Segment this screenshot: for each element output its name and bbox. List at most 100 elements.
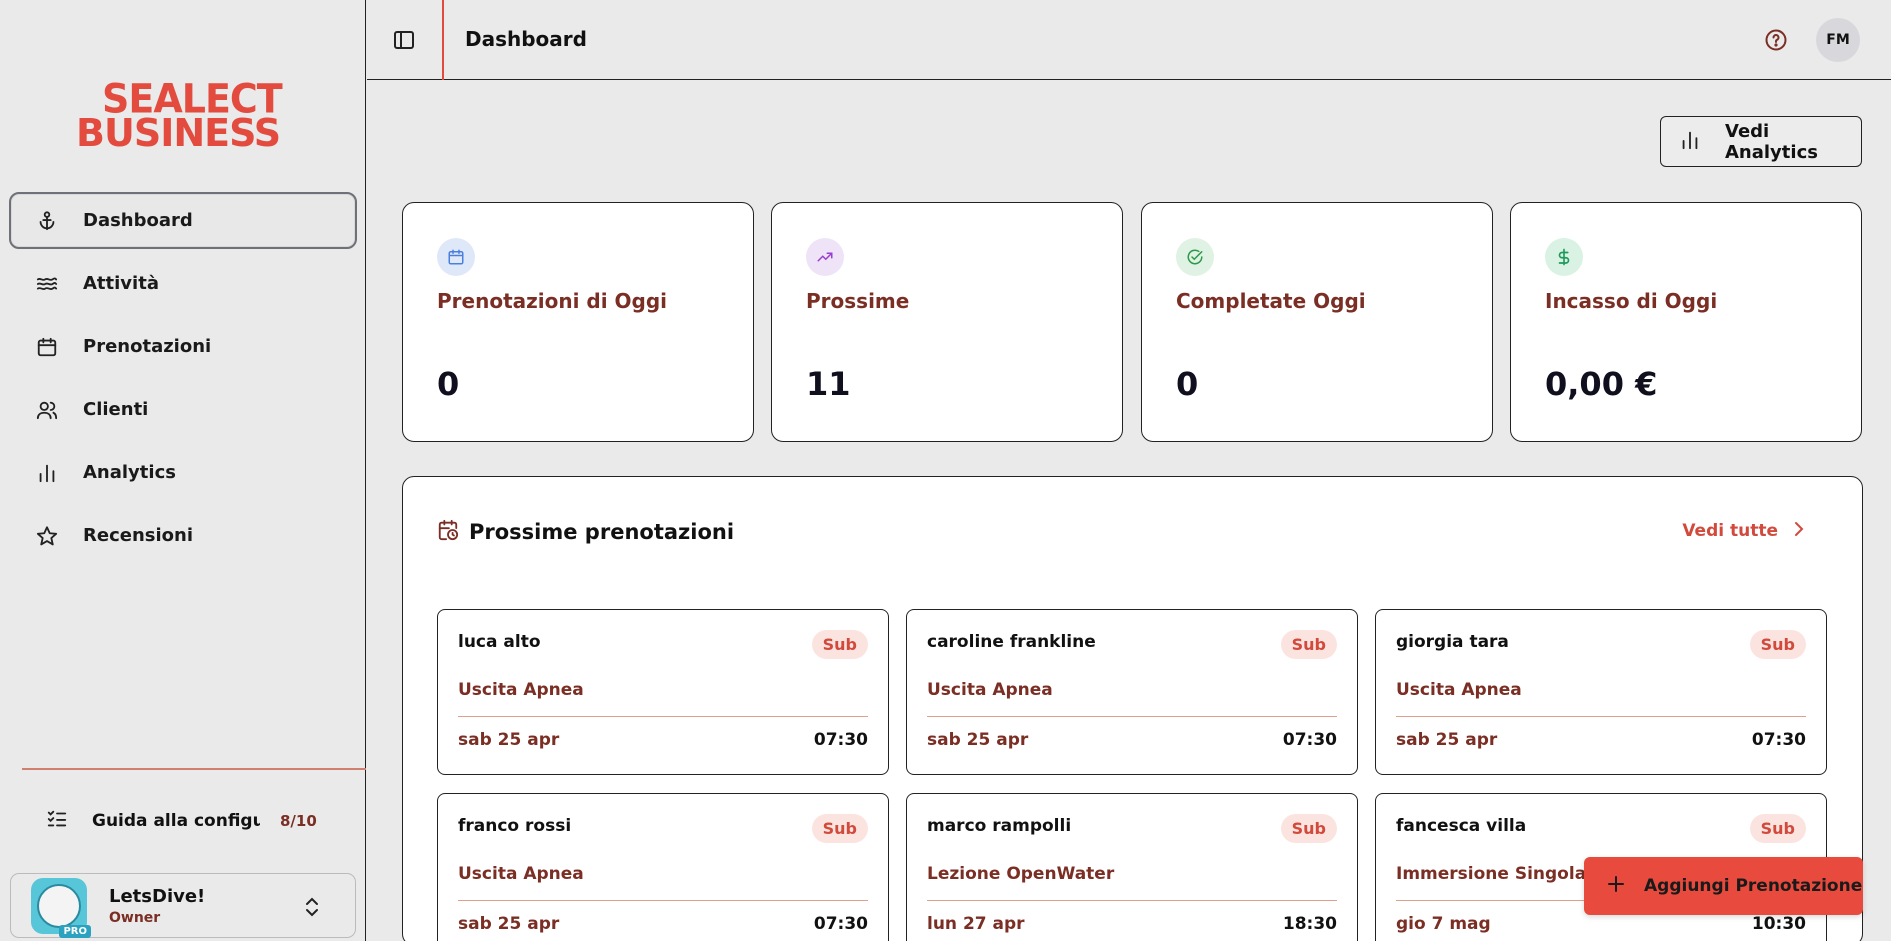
anchor-icon [35,209,59,233]
stat-card-upcoming: Prossime 11 [771,202,1123,442]
waves-icon [35,272,59,296]
list-checks-icon [46,808,68,834]
card-divider [927,716,1337,717]
organization-avatar: PRO [31,877,91,938]
view-analytics-button[interactable]: Vedi Analytics [1660,116,1862,167]
stat-value: 0,00 € [1545,365,1658,403]
brand-logo-line2: BUSINESS [76,111,281,155]
page-title: Dashboard [465,27,587,51]
booking-card[interactable]: giorgia tara Sub Uscita Apnea sab 25 apr… [1375,609,1827,775]
organization-name: LetsDive! [109,885,206,907]
card-divider [1396,716,1806,717]
booking-client-name: fancesca villa [1396,816,1527,836]
see-all-label: Vedi tutte [1682,521,1778,541]
stat-title: Prossime [806,289,910,313]
sidebar-item-prenotazioni[interactable]: Prenotazioni [9,318,357,375]
card-divider [458,900,868,901]
sidebar-item-clienti[interactable]: Clienti [9,381,357,438]
booking-card[interactable]: caroline frankline Sub Uscita Apnea sab … [906,609,1358,775]
booking-time: 18:30 [1282,914,1337,934]
stat-title: Completate Oggi [1176,289,1366,313]
plus-icon [1606,874,1626,898]
see-all-link[interactable]: Vedi tutte [1682,521,1806,541]
booking-card[interactable]: marco rampolli Sub Lezione OpenWater lun… [906,793,1358,941]
card-divider [927,900,1337,901]
booking-card[interactable]: franco rossi Sub Uscita Apnea sab 25 apr… [437,793,889,941]
star-icon [35,524,59,548]
booking-activity: Uscita Apnea [927,680,1053,700]
booking-date: sab 25 apr [927,730,1029,750]
booking-time: 07:30 [813,730,868,750]
organization-switcher[interactable]: PRO LetsDive! Owner [10,873,356,938]
top-bar-divider [442,0,444,80]
sidebar-divider [22,768,366,770]
stat-card-today-bookings: Prenotazioni di Oggi 0 [402,202,754,442]
sidebar-item-recensioni[interactable]: Recensioni [9,507,357,564]
stat-title: Incasso di Oggi [1545,289,1718,313]
card-divider [458,716,868,717]
sidebar-toggle-icon[interactable] [392,28,416,56]
booking-tag: Sub [1280,814,1337,843]
booking-client-name: luca alto [458,632,541,652]
chevron-right-icon [1792,521,1806,541]
booking-date: gio 7 mag [1396,914,1491,934]
booking-time: 07:30 [1282,730,1337,750]
stat-title: Prenotazioni di Oggi [437,289,668,313]
calendar-icon [35,335,59,359]
calendar-clock-icon [437,519,459,545]
booking-time: 10:30 [1751,914,1806,934]
bar-chart-icon [1679,129,1701,155]
sidebar-item-label: Attività [83,273,159,294]
booking-activity: Uscita Apnea [458,680,584,700]
booking-client-name: caroline frankline [927,632,1096,652]
booking-activity: Uscita Apnea [458,864,584,884]
booking-date: sab 25 apr [1396,730,1498,750]
booking-date: lun 27 apr [927,914,1025,934]
booking-card[interactable]: luca alto Sub Uscita Apnea sab 25 apr 07… [437,609,889,775]
booking-tag: Sub [1280,630,1337,659]
booking-date: sab 25 apr [458,914,560,934]
add-booking-button[interactable]: Aggiungi Prenotazione [1584,857,1863,915]
add-booking-label: Aggiungi Prenotazione [1644,876,1863,896]
sidebar-nav: Dashboard Attività Prenotazioni Clienti … [9,192,357,570]
stat-card-completed-today: Completate Oggi 0 [1141,202,1493,442]
chevrons-up-down-icon [303,896,321,922]
stat-value: 0 [1176,365,1199,403]
setup-guide-link[interactable]: Guida alla configu… 8/10 [46,808,346,834]
setup-guide-progress: 8/10 [280,812,317,830]
booking-client-name: giorgia tara [1396,632,1509,652]
setup-guide-label: Guida alla configu… [92,811,260,831]
stat-value: 11 [806,365,851,403]
sidebar-item-label: Clienti [83,399,149,420]
booking-date: sab 25 apr [458,730,560,750]
trending-up-icon [806,238,844,276]
booking-client-name: marco rampolli [927,816,1072,836]
booking-client-name: franco rossi [458,816,572,836]
brand-logo[interactable]: SEALECT BUSINESS [76,79,291,155]
booking-activity: Immersione Singola [1396,864,1587,884]
help-icon[interactable] [1764,28,1788,56]
booking-tag: Sub [1749,814,1806,843]
sidebar: SEALECT BUSINESS Dashboard Attività Pren… [0,0,366,941]
calendar-icon [437,238,475,276]
booking-activity: Uscita Apnea [1396,680,1522,700]
organization-role: Owner [109,909,161,926]
booking-tag: Sub [811,630,868,659]
booking-activity: Lezione OpenWater [927,864,1115,884]
check-circle-icon [1176,238,1214,276]
booking-tag: Sub [1749,630,1806,659]
sidebar-item-analytics[interactable]: Analytics [9,444,357,501]
sidebar-item-attivita[interactable]: Attività [9,255,357,312]
stat-value: 0 [437,365,460,403]
sidebar-item-label: Prenotazioni [83,336,212,357]
view-analytics-label: Vedi Analytics [1725,120,1818,163]
dollar-icon [1545,238,1583,276]
panel-title: Prossime prenotazioni [469,520,735,544]
booking-time: 07:30 [1751,730,1806,750]
booking-time: 07:30 [813,914,868,934]
sidebar-item-label: Analytics [83,462,176,483]
booking-tag: Sub [811,814,868,843]
user-avatar[interactable]: FM [1816,18,1860,62]
top-bar: Dashboard FM [367,0,1891,80]
sidebar-item-dashboard[interactable]: Dashboard [9,192,357,249]
